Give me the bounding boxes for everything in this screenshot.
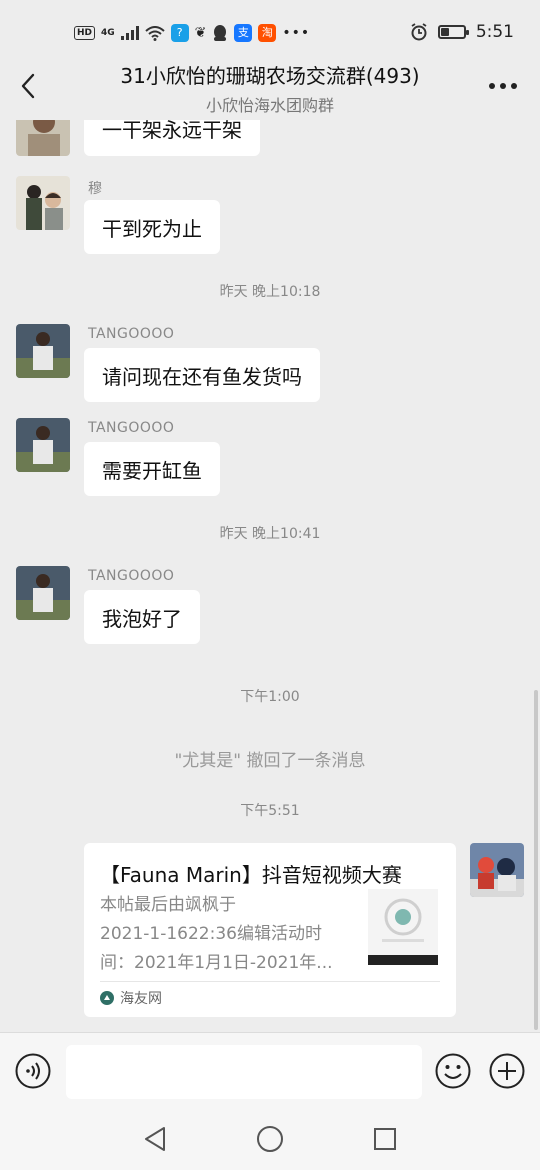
recall-notice: "尤其是" 撤回了一条消息 <box>174 751 366 771</box>
more-options-button[interactable] <box>486 76 520 96</box>
link-card-source-name: 海友网 <box>120 991 162 1007</box>
hd-badge: HD <box>74 26 96 40</box>
link-card-divider <box>100 981 440 982</box>
my-avatar[interactable] <box>470 843 524 897</box>
wifi-icon <box>145 25 165 41</box>
add-button[interactable] <box>488 1052 526 1090</box>
link-card-description: 本帖最后由飒枫于 2021-1-1622:36编辑活动时 间：2021年1月1日… <box>100 891 350 978</box>
triangle-back-icon <box>145 1127 165 1151</box>
clock: 5:51 <box>475 22 514 42</box>
battery-icon <box>437 25 469 39</box>
emoji-button[interactable] <box>434 1052 472 1090</box>
timestamp: 昨天 晚上10:18 <box>219 284 321 300</box>
voice-button[interactable] <box>14 1052 52 1090</box>
circle-home-icon <box>257 1126 283 1152</box>
app-icon: ? <box>170 24 189 42</box>
timestamp: 下午1:00 <box>240 689 300 705</box>
plus-circle-icon <box>489 1053 525 1089</box>
chat-subtitle: 小欣怡海水团购群 <box>205 96 334 115</box>
avatar[interactable] <box>16 566 70 620</box>
voice-icon <box>15 1053 51 1089</box>
message-bubble[interactable]: 需要开缸鱼 <box>84 442 220 496</box>
message-bubble[interactable]: 请问现在还有鱼发货吗 <box>84 348 320 402</box>
system-nav-bar <box>0 1106 540 1170</box>
alarm-icon <box>411 23 427 41</box>
alipay-icon: 支 <box>234 24 253 42</box>
link-card-desc-line: 2021-1-1622:36编辑活动时 <box>100 924 322 944</box>
square-recents-icon <box>374 1128 396 1150</box>
sender-name: TANGOOOO <box>88 326 175 342</box>
link-card[interactable]: 【Fauna Marin】抖音短视频大赛 本帖最后由飒枫于 2021-1-162… <box>84 843 456 1017</box>
chat-messages[interactable]: 一干架永远干架 穆撒👄💖 干到死为止 昨天 晚上10:18 TANGOOOO 请… <box>0 120 540 1032</box>
status-left-icons: HD 4G ? ❦ 支 淘 ••• <box>74 24 310 42</box>
link-card-desc-line: 本帖最后由飒枫于 <box>100 895 236 915</box>
sender-name: TANGOOOO <box>88 568 175 584</box>
message-input[interactable] <box>66 1045 422 1099</box>
avatar[interactable] <box>16 176 70 230</box>
chat-header: 31小欣怡的珊瑚农场交流群(493) 小欣怡海水团购群 <box>0 52 540 120</box>
link-card-desc-line: 间：2021年1月1日-2021年... <box>100 953 333 973</box>
network-type: 4G <box>101 28 115 38</box>
message-bubble[interactable]: 干到死为止 <box>84 200 220 254</box>
link-card-title: 【Fauna Marin】抖音短视频大赛 <box>100 863 402 887</box>
signal-icon <box>120 26 139 40</box>
avatar[interactable] <box>16 324 70 378</box>
bird-icon: ❦ <box>194 25 207 41</box>
more-horizontal-icon <box>489 83 517 89</box>
nav-recents-button[interactable] <box>368 1122 402 1156</box>
message-bubble[interactable]: 我泡好了 <box>84 590 200 644</box>
message-bubble[interactable]: 一干架永远干架 <box>84 120 260 156</box>
input-bar <box>0 1032 540 1106</box>
source-logo-icon <box>100 991 114 1005</box>
link-card-source: 海友网 <box>100 988 162 1008</box>
nav-back-button[interactable] <box>138 1122 172 1156</box>
scrollbar[interactable] <box>534 690 538 1030</box>
link-card-thumbnail <box>368 889 438 965</box>
nav-home-button[interactable] <box>253 1122 287 1156</box>
avatar[interactable] <box>16 418 70 472</box>
battery-level-fill <box>440 28 449 36</box>
more-dots-icon: ••• <box>282 25 311 41</box>
emoji-icon <box>435 1053 471 1089</box>
timestamp: 下午5:51 <box>240 803 300 819</box>
chat-title: 31小欣怡的珊瑚农场交流群(493) <box>120 64 420 88</box>
taobao-icon: 淘 <box>258 24 277 42</box>
qq-icon <box>214 25 227 41</box>
sender-name: TANGOOOO <box>88 420 175 436</box>
avatar[interactable] <box>16 120 70 156</box>
status-right-icons: 5:51 <box>410 22 514 42</box>
timestamp: 昨天 晚上10:41 <box>219 526 321 542</box>
